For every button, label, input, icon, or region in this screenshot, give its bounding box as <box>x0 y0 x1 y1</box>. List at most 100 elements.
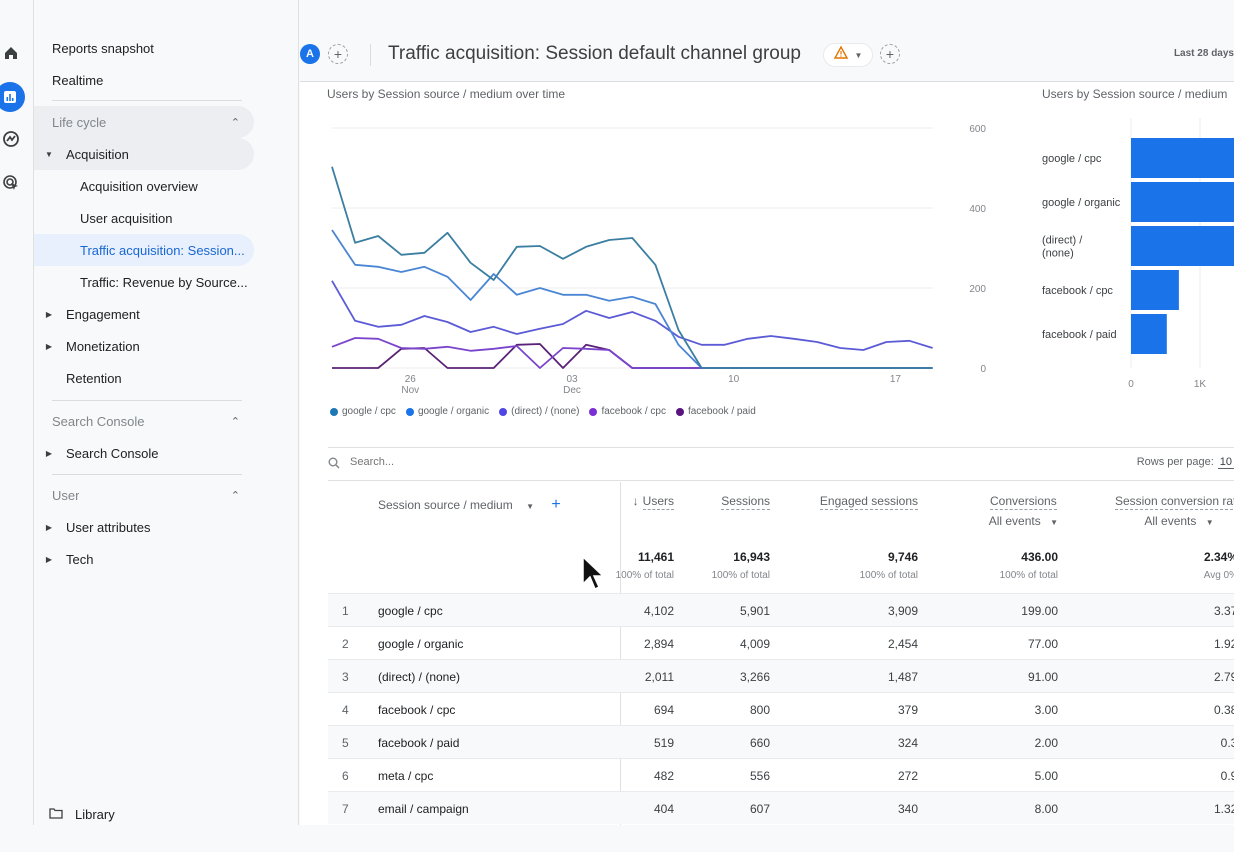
sidebar-item-acquisition[interactable]: ▼ Acquisition <box>34 138 254 170</box>
cell-rate: 0.9% <box>1220 769 1234 783</box>
column-header-session-conversion-rate[interactable]: Session conversion rate All events ▼ <box>1104 494 1234 528</box>
series-line-facebook-cpc[interactable] <box>331 337 933 369</box>
column-header-users[interactable]: ↓ Users <box>633 494 674 510</box>
row-dimension[interactable]: facebook / cpc <box>378 703 455 717</box>
chevron-up-icon: ⌃ <box>230 489 240 502</box>
add-dimension-icon[interactable]: + <box>551 496 560 513</box>
legend-item[interactable]: google / cpc <box>330 406 396 417</box>
bar[interactable] <box>1131 182 1234 222</box>
explore-icon[interactable] <box>0 128 22 150</box>
event-filter-dropdown[interactable]: All events ▼ <box>1104 514 1234 528</box>
total-conversion-rate: 2.34%Avg 0% <box>1203 550 1234 581</box>
sidebar-item-acquisition-overview[interactable]: Acquisition overview <box>34 170 254 202</box>
row-dimension[interactable]: facebook / paid <box>378 736 459 750</box>
table-row[interactable]: 6 meta / cpc 482 556 272 5.00 0.9% <box>328 758 1234 791</box>
x-tick-label: 0 <box>1128 379 1134 390</box>
sidebar-item-user-acquisition[interactable]: User acquisition <box>34 202 254 234</box>
table-row[interactable]: 1 google / cpc 4,102 5,901 3,909 199.00 3.37% <box>328 593 1234 626</box>
home-icon[interactable] <box>0 42 22 64</box>
sidebar-item-user-attributes[interactable]: ▶ User attributes <box>34 511 254 543</box>
cell-users: 404 <box>653 802 674 816</box>
sidebar-item-retention[interactable]: Retention <box>34 362 254 394</box>
bar-category-label: facebook / paid <box>1042 329 1117 341</box>
sidebar-item-realtime[interactable]: Realtime <box>34 64 254 96</box>
warning-icon <box>833 45 848 64</box>
bar-chart-title: Users by Session source / medium <box>1042 87 1228 101</box>
total-users: 11,461 100% of total <box>615 550 674 581</box>
section-header-life-cycle[interactable]: Life cycle ⌃ <box>34 106 254 138</box>
row-dimension[interactable]: (direct) / (none) <box>378 670 460 684</box>
rows-per-page: Rows per page: 10 <box>1136 456 1234 469</box>
legend-label: facebook / paid <box>687 406 756 417</box>
cell-engaged: 272 <box>897 769 918 783</box>
column-header-engaged-sessions[interactable]: Engaged sessions <box>819 494 918 510</box>
section-header-search-console[interactable]: Search Console ⌃ <box>34 405 254 437</box>
line-chart-title: Users by Session source / medium over ti… <box>327 87 566 101</box>
dimension-header[interactable]: Session source / medium ▼ + <box>378 496 561 514</box>
table-row[interactable]: 3 (direct) / (none) 2,011 3,266 1,487 91.00 2.… <box>328 659 1234 692</box>
cell-users: 482 <box>653 769 674 783</box>
legend-item[interactable]: facebook / paid <box>675 406 756 417</box>
legend-swatch <box>675 407 684 416</box>
sidebar-item-reports-snapshot[interactable]: Reports snapshot <box>34 32 254 64</box>
table-row[interactable]: 2 google / organic 2,894 4,009 2,454 77.00 1.9… <box>328 626 1234 659</box>
cell-users: 4,102 <box>643 604 674 618</box>
row-dimension[interactable]: google / organic <box>378 637 463 651</box>
x-tick-sublabel: Dec <box>563 385 581 396</box>
column-header-sessions[interactable]: Sessions <box>721 494 770 510</box>
add-filter-button[interactable]: + <box>880 44 900 64</box>
sidebar-item-traffic-acquisition[interactable]: Traffic acquisition: Session... <box>34 234 254 266</box>
row-rank: 3 <box>342 670 349 684</box>
reports-icon[interactable] <box>0 84 23 110</box>
table-search-input[interactable] <box>350 456 650 468</box>
bar-category-label: facebook / cpc <box>1042 285 1113 297</box>
rows-per-page-select[interactable]: 10 <box>1217 456 1234 469</box>
table-row[interactable]: 7 email / campaign 404 607 340 8.00 1.32% <box>328 791 1234 824</box>
table-row[interactable]: 4 facebook / cpc 694 800 379 3.00 0.38% <box>328 692 1234 725</box>
bar[interactable] <box>1131 226 1234 266</box>
date-range-label[interactable]: Last 28 days <box>1174 48 1234 59</box>
cell-engaged: 1,487 <box>887 670 918 684</box>
cell-engaged: 2,454 <box>887 637 918 651</box>
dropdown-arrow-icon[interactable]: ▼ <box>526 502 534 511</box>
table-row[interactable]: 5 facebook / paid 519 660 324 2.00 0.3% <box>328 725 1234 758</box>
legend-item[interactable]: google / organic <box>405 406 489 417</box>
caret-right-icon: ▶ <box>45 554 53 564</box>
cell-sessions: 607 <box>749 802 770 816</box>
sidebar-item-engagement[interactable]: ▶ Engagement <box>34 298 254 330</box>
avatar[interactable]: A <box>300 44 320 64</box>
data-quality-warning-button[interactable]: ▼ <box>823 43 873 67</box>
cell-sessions: 4,009 <box>739 637 770 651</box>
x-tick-label: 26 <box>405 374 417 385</box>
legend-item[interactable]: facebook / cpc <box>589 406 666 417</box>
y-tick-label: 200 <box>969 284 986 295</box>
sidebar-item-traffic-revenue[interactable]: Traffic: Revenue by Source... <box>34 266 254 298</box>
sidebar-nav: Reports snapshot Realtime Life cycle ⌃ ▼… <box>34 0 299 825</box>
add-comparison-button[interactable]: + <box>328 44 348 64</box>
cell-sessions: 660 <box>749 736 770 750</box>
column-header-conversions[interactable]: Conversions All events ▼ <box>989 494 1058 528</box>
cell-sessions: 3,266 <box>739 670 770 684</box>
sidebar-item-library[interactable]: Library <box>34 798 254 830</box>
bar[interactable] <box>1131 314 1167 354</box>
section-header-user[interactable]: User ⌃ <box>34 479 254 511</box>
legend-item[interactable]: (direct) / (none) <box>499 406 579 417</box>
legend-label: (direct) / (none) <box>511 406 580 417</box>
cell-users: 2,011 <box>644 670 674 684</box>
bar[interactable] <box>1131 138 1234 178</box>
sidebar-item-search-console[interactable]: ▶ Search Console <box>34 437 254 469</box>
row-dimension[interactable]: email / campaign <box>378 802 469 816</box>
caret-down-icon: ▼ <box>45 149 53 159</box>
legend-swatch <box>405 407 414 416</box>
event-filter-dropdown[interactable]: All events ▼ <box>989 514 1058 528</box>
row-dimension[interactable]: google / cpc <box>378 604 443 618</box>
bar[interactable] <box>1131 270 1179 310</box>
row-dimension[interactable]: meta / cpc <box>378 769 433 783</box>
sidebar-item-tech[interactable]: ▶ Tech <box>34 543 254 575</box>
advertising-icon[interactable] <box>0 172 22 194</box>
caret-right-icon: ▶ <box>45 309 53 319</box>
x-tick-label: 17 <box>890 374 902 385</box>
series-line-direct-none[interactable] <box>331 280 933 351</box>
total-sessions: 16,943 100% of total <box>711 550 770 581</box>
sidebar-item-monetization[interactable]: ▶ Monetization <box>34 330 254 362</box>
